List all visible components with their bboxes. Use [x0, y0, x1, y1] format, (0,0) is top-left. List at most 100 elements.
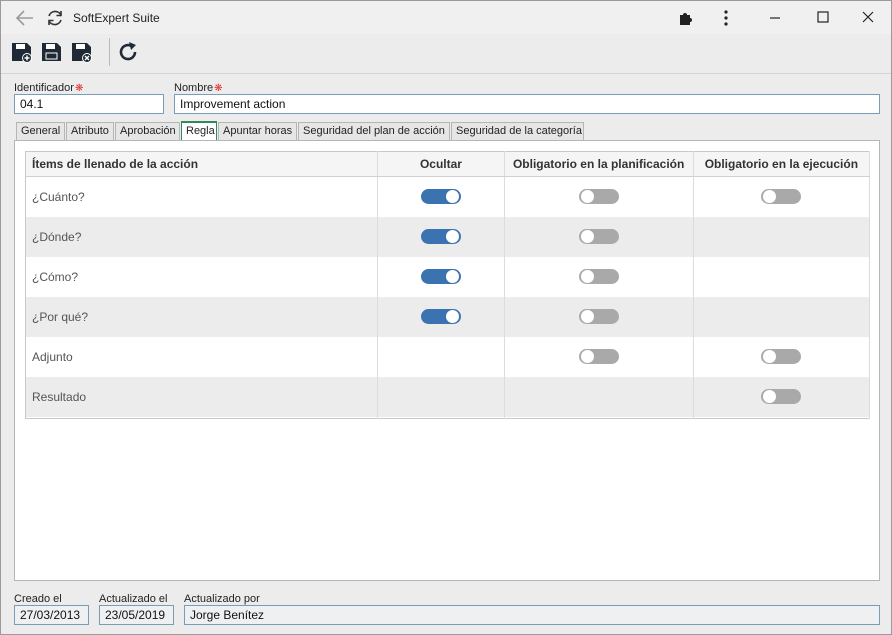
table-row: Resultado [25, 376, 871, 417]
toggle-knob [580, 270, 594, 284]
grid-filler-row [25, 416, 871, 419]
updated-by-field: Jorge Benítez [184, 605, 880, 625]
cell-plan [504, 376, 694, 417]
toggle-knob [580, 310, 594, 324]
filler-cell [504, 416, 694, 419]
toggle-knob [445, 310, 459, 324]
toggle-knob [763, 390, 777, 404]
close-icon[interactable] [856, 7, 880, 29]
cell-plan [504, 336, 694, 377]
cell-exec [693, 256, 871, 297]
tab-regla[interactable]: Regla [181, 121, 217, 140]
column-header-plan: Obligatorio en la planificación [504, 151, 694, 177]
column-header-items: Ítems de llenado de la acción [25, 151, 379, 177]
app-window: SoftExpert Suite Identificador❋ 04.1 Nom… [0, 0, 892, 635]
refresh-icon[interactable] [116, 40, 140, 64]
id-field[interactable]: 04.1 [14, 94, 164, 114]
row-label: Resultado [25, 376, 379, 417]
plan-toggle[interactable] [578, 269, 619, 285]
updated-by-label: Actualizado por [184, 593, 260, 605]
title-bar: SoftExpert Suite [1, 1, 891, 34]
cell-hide [377, 376, 505, 417]
toggle-knob [445, 270, 459, 284]
cell-plan [504, 176, 694, 217]
hide-toggle[interactable] [420, 229, 461, 245]
cell-hide [377, 176, 505, 217]
save-close-icon[interactable] [70, 40, 94, 64]
tab-panel-regla: Ítems de llenado de la acción Ocultar Ob… [14, 140, 880, 581]
name-label-text: Nombre [174, 82, 214, 94]
row-label: ¿Cuánto? [25, 176, 379, 217]
table-row: ¿Por qué? [25, 296, 871, 337]
column-header-hide: Ocultar [377, 151, 505, 177]
window-title: SoftExpert Suite [73, 11, 160, 25]
reload-icon[interactable] [44, 7, 66, 29]
toggle-knob [763, 350, 777, 364]
cell-plan [504, 216, 694, 257]
grid-header-row: Ítems de llenado de la acción Ocultar Ob… [25, 151, 871, 177]
column-header-exec: Obligatorio en la ejecución [693, 151, 871, 177]
updated-field: 23/05/2019 [99, 605, 174, 625]
updated-label: Actualizado el [99, 593, 168, 605]
tab-seguridad-plan[interactable]: Seguridad del plan de acción [298, 122, 450, 140]
minimize-icon[interactable] [763, 7, 787, 29]
exec-toggle[interactable] [761, 189, 802, 205]
cell-plan [504, 296, 694, 337]
table-row: ¿Dónde? [25, 216, 871, 257]
tab-aprobacion[interactable]: Aprobación [115, 122, 180, 140]
hide-toggle[interactable] [420, 309, 461, 325]
tab-general[interactable]: General [16, 122, 65, 140]
toolbar [1, 34, 891, 74]
exec-toggle[interactable] [761, 349, 802, 365]
plan-toggle[interactable] [578, 189, 619, 205]
id-label-text: Identificador [14, 82, 74, 94]
exec-toggle[interactable] [761, 389, 802, 405]
tab-seguridad-categoria[interactable]: Seguridad de la categoría [451, 122, 584, 140]
hide-toggle[interactable] [420, 189, 461, 205]
cell-exec [693, 376, 871, 417]
filler-cell [25, 416, 379, 419]
plan-toggle[interactable] [578, 229, 619, 245]
required-marker: ❋ [74, 83, 84, 94]
toggle-knob [445, 190, 459, 204]
toggle-knob [580, 350, 594, 364]
filler-cell [377, 416, 505, 419]
save-new-icon[interactable] [10, 40, 34, 64]
cell-exec [693, 296, 871, 337]
maximize-icon[interactable] [811, 7, 835, 29]
name-field[interactable]: Improvement action [174, 94, 880, 114]
tab-atributo[interactable]: Atributo [66, 122, 114, 140]
cell-hide [377, 216, 505, 257]
row-label: ¿Cómo? [25, 256, 379, 297]
table-row: ¿Cuánto? [25, 176, 871, 217]
id-label: Identificador❋ [14, 82, 83, 94]
more-menu-icon[interactable] [719, 9, 733, 27]
toggle-knob [580, 230, 594, 244]
save-icon[interactable] [40, 40, 64, 64]
extension-puzzle-icon[interactable] [677, 9, 695, 27]
created-field: 27/03/2013 [14, 605, 89, 625]
cell-exec [693, 216, 871, 257]
row-label: ¿Dónde? [25, 216, 379, 257]
grid-body: ¿Cuánto? ¿Dónde? ¿Cómo? ¿Por qué? Adjunto Res… [25, 176, 871, 419]
created-label: Creado el [14, 593, 62, 605]
back-arrow-icon[interactable] [13, 7, 37, 29]
cell-hide [377, 296, 505, 337]
row-label: Adjunto [25, 336, 379, 377]
toolbar-separator [109, 38, 110, 66]
cell-plan [504, 256, 694, 297]
plan-toggle[interactable] [578, 349, 619, 365]
cell-hide [377, 256, 505, 297]
toggle-knob [763, 190, 777, 204]
tab-apuntar-horas[interactable]: Apuntar horas [218, 122, 297, 140]
toggle-knob [445, 230, 459, 244]
rules-grid: Ítems de llenado de la acción Ocultar Ob… [25, 151, 871, 419]
plan-toggle[interactable] [578, 309, 619, 325]
table-row: ¿Cómo? [25, 256, 871, 297]
filler-cell [693, 416, 871, 419]
cell-exec [693, 176, 871, 217]
toggle-knob [580, 190, 594, 204]
cell-exec [693, 336, 871, 377]
name-label: Nombre❋ [174, 82, 223, 94]
hide-toggle[interactable] [420, 269, 461, 285]
